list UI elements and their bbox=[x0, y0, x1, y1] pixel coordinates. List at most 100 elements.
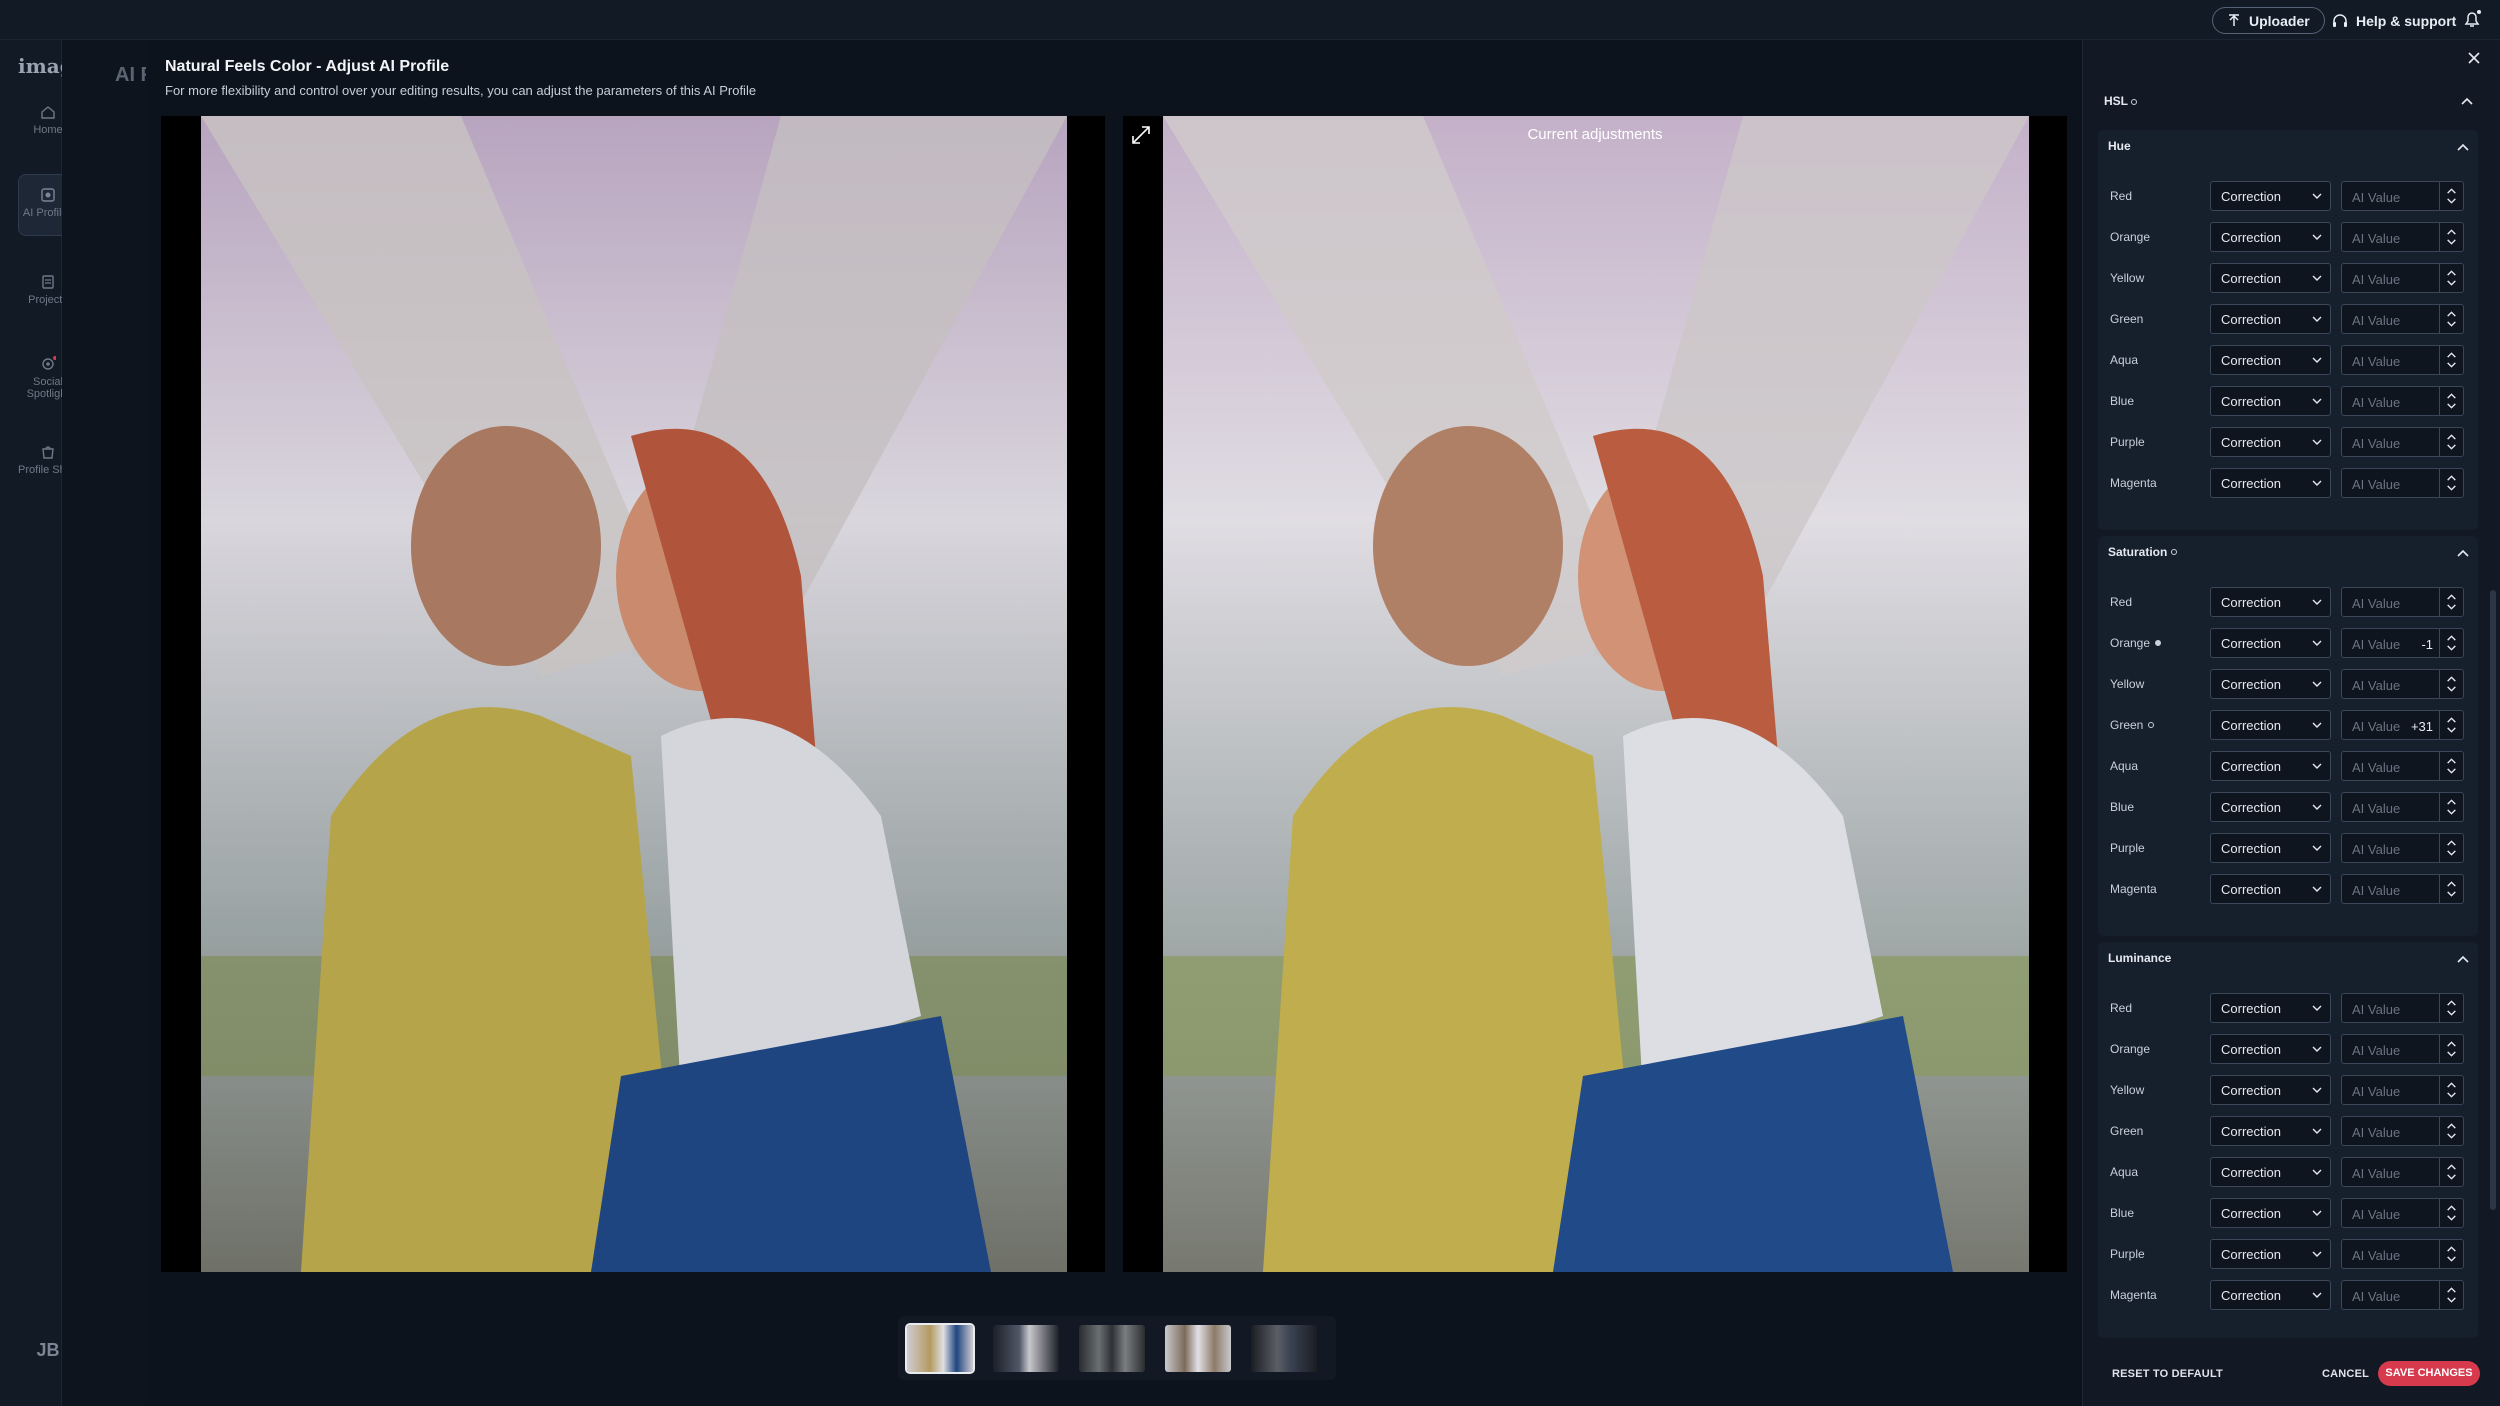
expand-icon[interactable] bbox=[1130, 124, 1152, 146]
stepper-icon[interactable] bbox=[2439, 629, 2463, 657]
stepper-icon[interactable] bbox=[2439, 1076, 2463, 1104]
chevron-up-icon[interactable] bbox=[2456, 954, 2470, 964]
stepper-icon[interactable] bbox=[2439, 1035, 2463, 1063]
stepper-icon[interactable] bbox=[2439, 428, 2463, 456]
stepper-icon[interactable] bbox=[2439, 670, 2463, 698]
ai-value-input[interactable]: AI Value bbox=[2341, 427, 2464, 457]
stepper-icon[interactable] bbox=[2439, 1240, 2463, 1268]
ai-value-input[interactable]: AI Value bbox=[2341, 1075, 2464, 1105]
reset-to-default-button[interactable]: RESET TO DEFAULT bbox=[2112, 1368, 2223, 1380]
thumbnail-item[interactable] bbox=[905, 1323, 975, 1374]
thumbnail-item[interactable] bbox=[1251, 1325, 1317, 1372]
thumbnail-item[interactable] bbox=[1079, 1325, 1145, 1372]
row-label: Magenta bbox=[2110, 476, 2157, 490]
row-label: Yellow bbox=[2110, 677, 2145, 691]
mode-select[interactable]: Correction bbox=[2210, 386, 2331, 416]
stepper-icon[interactable] bbox=[2439, 793, 2463, 821]
stepper-icon[interactable] bbox=[2439, 834, 2463, 862]
stepper-icon[interactable] bbox=[2439, 752, 2463, 780]
close-icon[interactable] bbox=[2466, 50, 2482, 66]
mode-select[interactable]: Correction bbox=[2210, 1198, 2331, 1228]
stepper-icon[interactable] bbox=[2439, 346, 2463, 374]
ai-value-input[interactable]: AI Value bbox=[2341, 833, 2464, 863]
mode-select[interactable]: Correction bbox=[2210, 345, 2331, 375]
help-support-button[interactable]: Help & support bbox=[2332, 7, 2456, 34]
ai-value-input[interactable]: AI Value bbox=[2341, 468, 2464, 498]
mode-select[interactable]: Correction bbox=[2210, 587, 2331, 617]
uploader-button[interactable]: Uploader bbox=[2212, 7, 2325, 34]
mode-select[interactable]: Correction bbox=[2210, 874, 2331, 904]
stepper-icon[interactable] bbox=[2439, 223, 2463, 251]
stepper-icon[interactable] bbox=[2439, 994, 2463, 1022]
ai-value-input[interactable]: AI Value bbox=[2341, 874, 2464, 904]
stepper-icon[interactable] bbox=[2439, 1117, 2463, 1145]
chevron-down-icon bbox=[2312, 763, 2322, 769]
mode-select[interactable]: Correction bbox=[2210, 222, 2331, 252]
mode-select[interactable]: Correction bbox=[2210, 993, 2331, 1023]
ai-value-input[interactable]: AI Value bbox=[2341, 263, 2464, 293]
mode-select[interactable]: Correction bbox=[2210, 181, 2331, 211]
stepper-icon[interactable] bbox=[2439, 387, 2463, 415]
ai-value-input[interactable]: AI Value bbox=[2341, 1280, 2464, 1310]
chevron-down-icon bbox=[2312, 1292, 2322, 1298]
stepper-icon[interactable] bbox=[2439, 469, 2463, 497]
ai-value-input[interactable]: AI Value bbox=[2341, 1198, 2464, 1228]
ai-value-input[interactable]: AI Value bbox=[2341, 181, 2464, 211]
mode-select[interactable]: Correction bbox=[2210, 1239, 2331, 1269]
mode-select[interactable]: Correction bbox=[2210, 1075, 2331, 1105]
mode-select[interactable]: Correction bbox=[2210, 628, 2331, 658]
mode-select[interactable]: Correction bbox=[2210, 710, 2331, 740]
ai-value-input[interactable]: AI Value bbox=[2341, 751, 2464, 781]
stepper-icon[interactable] bbox=[2439, 711, 2463, 739]
chevron-down-icon bbox=[2312, 599, 2322, 605]
mode-select[interactable]: Correction bbox=[2210, 669, 2331, 699]
mode-select[interactable]: Correction bbox=[2210, 792, 2331, 822]
hsl-row: Yellow Correction AI Value bbox=[2098, 668, 2478, 700]
ai-value-input[interactable]: AI Value bbox=[2341, 1034, 2464, 1064]
ai-value-input[interactable]: AI Value bbox=[2341, 386, 2464, 416]
ai-value-input[interactable]: AI Value bbox=[2341, 1157, 2464, 1187]
ai-value-input[interactable]: AI Value bbox=[2341, 304, 2464, 334]
ai-value-input[interactable]: AI Value bbox=[2341, 1239, 2464, 1269]
mode-select[interactable]: Correction bbox=[2210, 1034, 2331, 1064]
ai-value-input[interactable]: AI Value -1 bbox=[2341, 628, 2464, 658]
mode-select[interactable]: Correction bbox=[2210, 751, 2331, 781]
ai-value-input[interactable]: AI Value +31 bbox=[2341, 710, 2464, 740]
mode-select[interactable]: Correction bbox=[2210, 1116, 2331, 1146]
ai-value-input[interactable]: AI Value bbox=[2341, 222, 2464, 252]
thumbnail-item[interactable] bbox=[993, 1325, 1059, 1372]
row-label: Green bbox=[2110, 718, 2155, 732]
stepper-icon[interactable] bbox=[2439, 182, 2463, 210]
chevron-up-icon[interactable] bbox=[2456, 548, 2470, 558]
mode-select[interactable]: Correction bbox=[2210, 468, 2331, 498]
stepper-icon[interactable] bbox=[2439, 588, 2463, 616]
mode-select[interactable]: Correction bbox=[2210, 833, 2331, 863]
ai-value-input[interactable]: AI Value bbox=[2341, 792, 2464, 822]
bell-icon[interactable] bbox=[2462, 9, 2482, 29]
mode-select[interactable]: Correction bbox=[2210, 263, 2331, 293]
section-title: Hue bbox=[2108, 139, 2131, 153]
thumbnail-item[interactable] bbox=[1165, 1325, 1231, 1372]
ai-value-input[interactable]: AI Value bbox=[2341, 993, 2464, 1023]
mode-select[interactable]: Correction bbox=[2210, 427, 2331, 457]
mode-select[interactable]: Correction bbox=[2210, 304, 2331, 334]
stepper-icon[interactable] bbox=[2439, 264, 2463, 292]
cancel-button[interactable]: CANCEL bbox=[2322, 1368, 2369, 1380]
row-label: Aqua bbox=[2110, 1165, 2139, 1179]
panel-scrollbar[interactable] bbox=[2490, 590, 2496, 1210]
mode-select[interactable]: Correction bbox=[2210, 1280, 2331, 1310]
ai-value-input[interactable]: AI Value bbox=[2341, 1116, 2464, 1146]
stepper-icon[interactable] bbox=[2439, 875, 2463, 903]
ai-value-input[interactable]: AI Value bbox=[2341, 587, 2464, 617]
chevron-up-icon[interactable] bbox=[2460, 96, 2474, 106]
stepper-icon[interactable] bbox=[2439, 1199, 2463, 1227]
stepper-icon[interactable] bbox=[2439, 305, 2463, 333]
stepper-icon[interactable] bbox=[2439, 1281, 2463, 1309]
mode-select[interactable]: Correction bbox=[2210, 1157, 2331, 1187]
row-label: Yellow bbox=[2110, 1083, 2145, 1097]
save-changes-button[interactable]: SAVE CHANGES bbox=[2378, 1361, 2480, 1386]
ai-value-input[interactable]: AI Value bbox=[2341, 345, 2464, 375]
ai-value-input[interactable]: AI Value bbox=[2341, 669, 2464, 699]
chevron-up-icon[interactable] bbox=[2456, 142, 2470, 152]
stepper-icon[interactable] bbox=[2439, 1158, 2463, 1186]
